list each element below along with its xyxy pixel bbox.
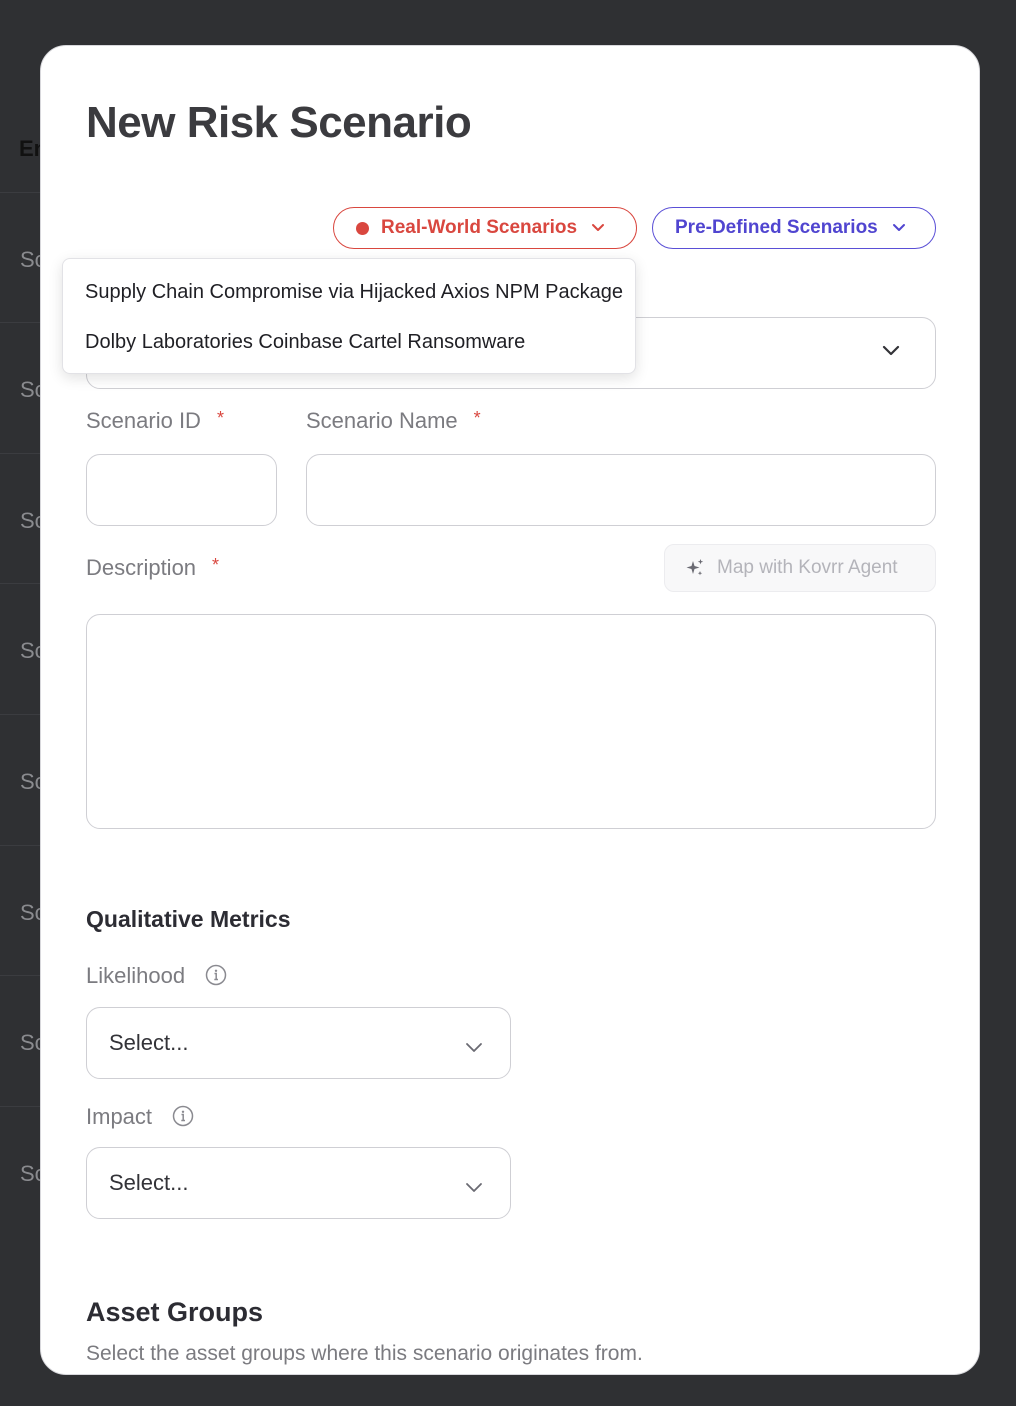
impact-select[interactable]: Select... [86, 1147, 511, 1219]
scenario-name-label: Scenario Name * [306, 408, 481, 433]
chevron-down-icon [881, 344, 901, 363]
impact-select-value: Select... [109, 1170, 189, 1195]
new-risk-scenario-modal: New Risk Scenario Real-World Scenarios P… [40, 45, 980, 1375]
menu-item-scenario[interactable]: Supply Chain Compromise via Hijacked Axi… [63, 277, 635, 327]
info-icon[interactable] [205, 964, 227, 986]
status-dot-icon [356, 221, 369, 235]
predefined-scenarios-button[interactable]: Pre-Defined Scenarios [652, 207, 936, 249]
real-world-scenarios-button[interactable]: Real-World Scenarios [333, 207, 637, 249]
likelihood-select-value: Select... [109, 1030, 189, 1055]
required-mark: * [216, 408, 224, 428]
asset-groups-title: Asset Groups [86, 1297, 264, 1327]
description-textarea[interactable] [86, 614, 936, 829]
impact-label: Impact [86, 1102, 194, 1130]
real-world-scenarios-menu: Supply Chain Compromise via Hijacked Axi… [62, 258, 636, 374]
chevron-down-icon [464, 1035, 484, 1061]
chevron-down-icon [591, 223, 605, 233]
description-label: Description * [86, 555, 220, 580]
chevron-down-icon [892, 223, 906, 233]
scenario-id-input[interactable] [86, 454, 277, 526]
likelihood-label: Likelihood [86, 961, 227, 989]
required-mark: * [212, 555, 220, 575]
real-world-scenarios-label: Real-World Scenarios [381, 217, 578, 238]
likelihood-select[interactable]: Select... [86, 1007, 511, 1079]
map-with-kovrr-agent-label: Map with Kovrr Agent [717, 557, 898, 578]
sparkle-icon [685, 558, 705, 578]
modal-title: New Risk Scenario [86, 98, 472, 147]
scenario-name-input[interactable] [306, 454, 936, 526]
predefined-scenarios-label: Pre-Defined Scenarios [675, 217, 878, 238]
map-with-kovrr-agent-button[interactable]: Map with Kovrr Agent [664, 544, 936, 592]
scenario-id-label: Scenario ID * [86, 408, 224, 433]
chevron-down-icon [464, 1175, 484, 1201]
asset-groups-subtitle: Select the asset groups where this scena… [86, 1342, 643, 1365]
menu-item-scenario[interactable]: Dolby Laboratories Coinbase Cartel Ranso… [63, 327, 635, 377]
qualitative-metrics-title: Qualitative Metrics [86, 906, 291, 932]
info-icon[interactable] [172, 1105, 194, 1127]
required-mark: * [473, 408, 481, 428]
